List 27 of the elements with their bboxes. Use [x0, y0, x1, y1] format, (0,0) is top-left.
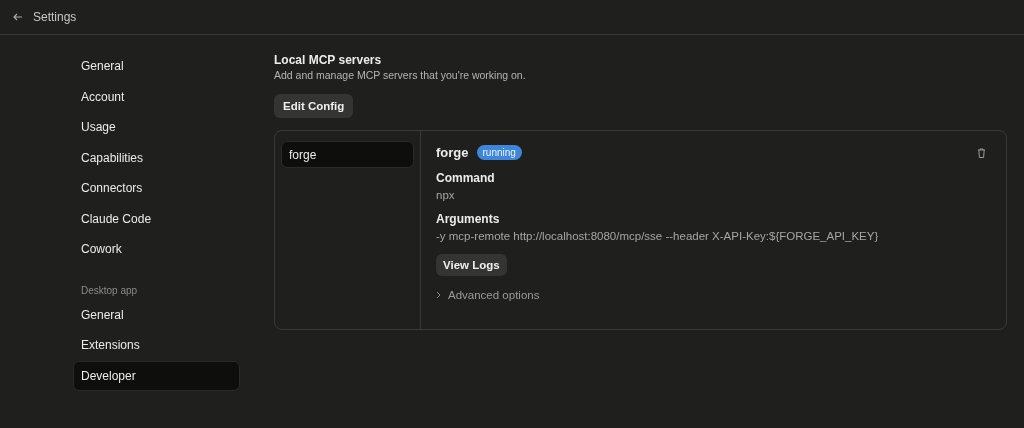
sidebar-item[interactable]: Extensions — [73, 330, 240, 361]
section-title: Local MCP servers — [274, 53, 383, 67]
sidebar-item[interactable]: Developer — [73, 360, 240, 391]
sidebar-item[interactable]: General — [73, 299, 240, 330]
edit-config-button[interactable]: Edit Config — [274, 94, 354, 118]
sidebar-item[interactable]: Cowork — [73, 234, 240, 265]
status-badge: running — [476, 145, 522, 160]
field-value: npx — [436, 189, 455, 201]
window-title: Settings — [33, 10, 77, 24]
sidebar-item[interactable]: Claude Code — [73, 203, 240, 234]
sidebar-item[interactable]: Capabilities — [73, 142, 240, 173]
chevron-icon — [436, 291, 442, 299]
sidebar-heading: Desktop app — [80, 283, 139, 298]
back-arrow-icon[interactable] — [13, 13, 23, 21]
server-item[interactable]: forge — [281, 141, 414, 168]
sidebar-item[interactable]: Connectors — [73, 173, 240, 204]
trash-icon[interactable] — [977, 147, 986, 158]
advanced-options-toggle[interactable]: Advanced options — [436, 289, 540, 301]
sidebar-item[interactable]: Account — [73, 81, 240, 112]
view-logs-button[interactable]: View Logs — [436, 254, 507, 276]
section-description: Add and manage MCP servers that you're working on. — [274, 69, 527, 81]
sidebar-item[interactable]: Usage — [73, 112, 240, 143]
field-label: Arguments — [436, 212, 500, 226]
field-label: Command — [436, 171, 495, 185]
field-value: -y mcp-remote http://localhost:8080/mcp/sse --header X-API-Key:${FORGE_API_KEY} — [436, 230, 879, 242]
server-name: forge — [436, 145, 469, 160]
sidebar-item[interactable]: General — [73, 51, 240, 82]
